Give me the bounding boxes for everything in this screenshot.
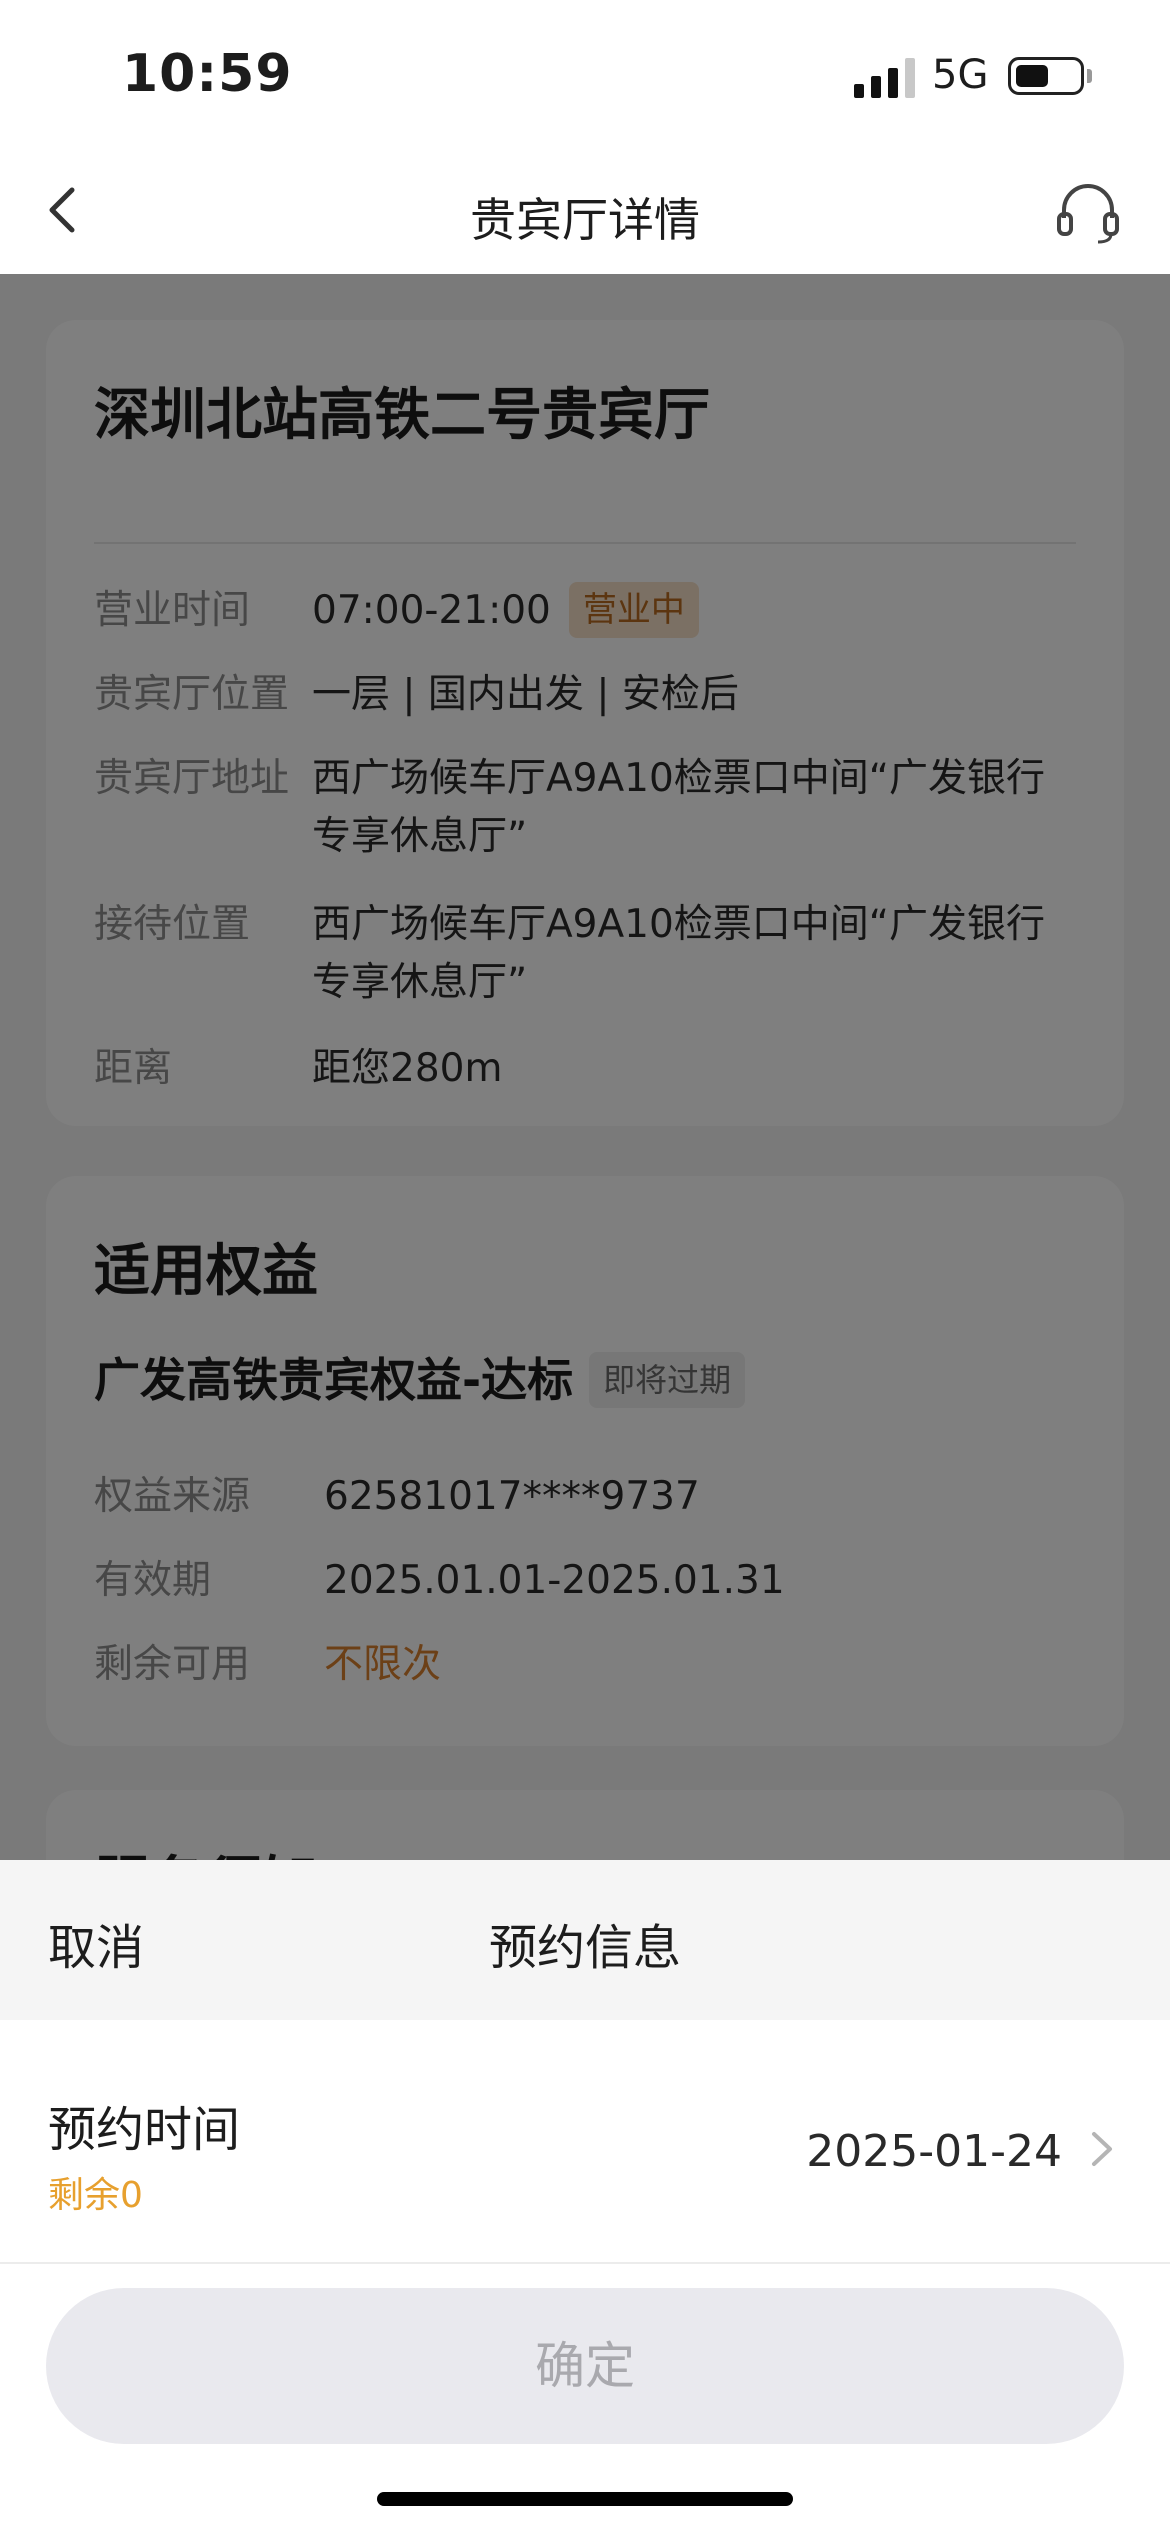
battery-icon xyxy=(1008,57,1084,95)
page-title: 贵宾厅详情 xyxy=(470,193,700,247)
confirm-button[interactable]: 确定 xyxy=(46,2288,1124,2444)
home-indicator xyxy=(377,2492,793,2506)
modal-overlay[interactable] xyxy=(0,274,1170,1860)
chevron-right-icon[interactable] xyxy=(1084,2124,1120,2174)
network-label: 5G xyxy=(932,52,989,98)
status-bar: 10:59 5G xyxy=(0,0,1170,150)
sheet-header: 取消 预约信息 xyxy=(0,1860,1170,2020)
signal-icon xyxy=(854,58,916,98)
booking-date-value[interactable]: 2025-01-24 xyxy=(806,2126,1062,2177)
status-time: 10:59 xyxy=(122,44,293,104)
sheet-title: 预约信息 xyxy=(488,1920,681,1976)
nav-bar: 贵宾厅详情 xyxy=(0,150,1170,274)
booking-sheet: 取消 预约信息 预约时间 剩余0 2025-01-24 确定 xyxy=(0,1860,1170,2532)
booking-time-label: 预约时间 xyxy=(48,2102,241,2158)
headset-icon[interactable] xyxy=(1054,178,1122,246)
remaining-count: 剩余0 xyxy=(48,2175,143,2216)
divider xyxy=(0,2262,1170,2264)
battery-tip xyxy=(1087,69,1092,83)
booking-time-row[interactable]: 预约时间 剩余0 2025-01-24 xyxy=(0,2020,1170,2262)
